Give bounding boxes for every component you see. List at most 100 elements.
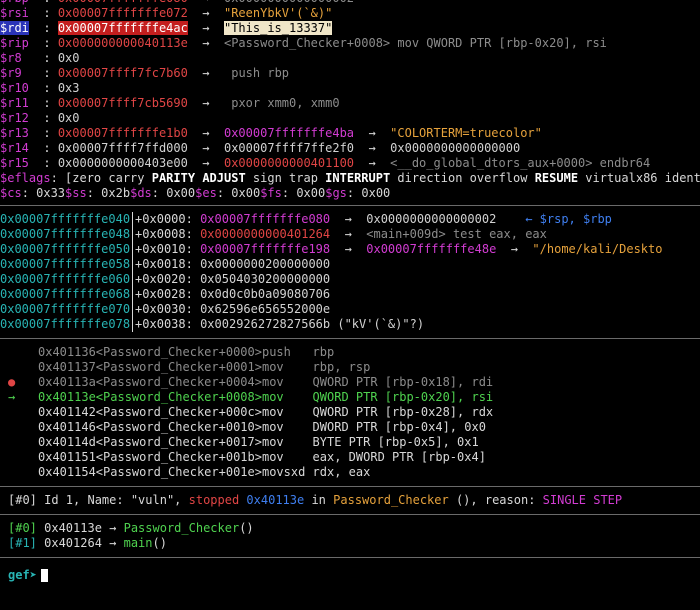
code-instruction: mov rbp, rsp xyxy=(261,360,371,374)
segment-value: : 0x00 xyxy=(151,186,196,200)
code-instruction: mov BYTE PTR [rbp-0x5], 0x1 xyxy=(261,435,479,449)
register-deref: pxor xmm0, xmm0 xyxy=(231,96,340,110)
thread-index: [#0] xyxy=(8,493,37,507)
register-sep: : xyxy=(28,111,58,125)
code-symbol: <Password_Checker+0010> xyxy=(95,420,262,434)
code-symbol: <Password_Checker+0008> xyxy=(95,390,262,404)
stack-value: 0x0d0c0b0a09080706 xyxy=(200,287,331,301)
stack-divider xyxy=(132,287,134,302)
code-marker xyxy=(0,360,38,375)
code-row: 0x401151<Password_Checker+001b>mov eax, … xyxy=(0,450,700,465)
code-marker xyxy=(0,435,38,450)
stack-address: 0x00007fffffffe078 xyxy=(0,317,131,331)
stack-row: 0x00007fffffffe060 +0x0020: 0x05040302000… xyxy=(0,272,700,287)
register-row: $rdi : 0x00007fffffffe4ac → "This_is_133… xyxy=(0,21,700,36)
gdb-prompt: gef➤ xyxy=(8,568,37,582)
arrow: → xyxy=(187,36,224,50)
arrow: → xyxy=(354,156,391,170)
register-sep: : xyxy=(28,21,58,35)
code-address: 0x401137 xyxy=(38,360,96,374)
register-row: $r12 : 0x0 xyxy=(0,111,700,126)
register-name: $r11 xyxy=(0,96,29,110)
register-name: $rsi xyxy=(0,6,29,20)
register-name: $r12 xyxy=(0,111,29,125)
register-value: 0x00007fffffffe1b0 xyxy=(57,126,188,140)
segment-value: : 0x00 xyxy=(216,186,261,200)
eflag-resume: RESUME xyxy=(534,171,579,185)
arrow: → xyxy=(187,96,232,110)
code-row: 0x401146<Password_Checker+0010>mov DWORD… xyxy=(0,420,700,435)
code-instruction: mov eax, DWORD PTR [rbp-0x4] xyxy=(261,450,486,464)
trace-address: 0x40113e → xyxy=(36,521,124,535)
register-sep: : xyxy=(21,66,58,80)
register-name: $rbp xyxy=(0,0,29,5)
code-instruction: push rbp xyxy=(261,345,335,359)
stack-offset: +0x0018: xyxy=(135,257,201,271)
terminal-cursor[interactable] xyxy=(40,569,48,582)
stack-address: 0x00007fffffffe068 xyxy=(0,287,131,301)
register-row: $r10 : 0x3 xyxy=(0,81,700,96)
stack-divider xyxy=(132,242,134,257)
eflags-text: : [zero carry xyxy=(50,171,152,185)
register-deref: <__do_global_dtors_aux+0000> endbr64 xyxy=(390,156,651,170)
register-value: 0x00007ffff7ffd000 xyxy=(57,141,188,155)
code-address: 0x40114d xyxy=(38,435,96,449)
thread-info: Id 1, Name: "vuln", xyxy=(36,493,189,507)
stack-address: 0x00007fffffffe050 xyxy=(0,242,131,256)
register-row: $r9 : 0x00007ffff7fc7b60 → push rbp xyxy=(0,66,700,81)
stack-deref: 0x00007fffffffe48e xyxy=(366,242,497,256)
eflags-text: sign trap xyxy=(245,171,326,185)
code-address: 0x40113a xyxy=(38,375,96,389)
register-sep: : xyxy=(21,51,58,65)
stack-address: 0x00007fffffffe058 xyxy=(0,257,131,271)
arrow: → xyxy=(330,212,367,226)
stack-deref: "/home/kali/Deskto xyxy=(532,242,663,256)
arrow: → xyxy=(187,66,232,80)
register-name: $r15 xyxy=(0,156,29,170)
eflags-text: direction overflow xyxy=(390,171,535,185)
code-symbol: <Password_Checker+0000> xyxy=(95,345,262,359)
register-name: $rdi xyxy=(0,21,29,35)
trace-index: [#1] xyxy=(8,536,37,550)
segment-name: $gs xyxy=(325,186,347,200)
stack-value: 0x002926272827566b ("kV'(`&)"?) xyxy=(200,317,425,331)
stack-offset: +0x0028: xyxy=(135,287,201,301)
code-instruction: mov QWORD PTR [rbp-0x28], rdx xyxy=(261,405,494,419)
code-address: 0x401151 xyxy=(38,450,96,464)
code-symbol: <Password_Checker+0017> xyxy=(95,435,262,449)
segment-name: $cs xyxy=(0,186,22,200)
register-value: 0x3 xyxy=(57,81,80,95)
section-divider xyxy=(0,205,700,206)
current-instruction-arrow-icon: → xyxy=(8,390,16,404)
register-deref: 0x00007fffffffe4ba xyxy=(223,126,355,140)
register-name: $rip xyxy=(0,36,29,50)
segment-value: : 0x33 xyxy=(21,186,66,200)
thread-reason: SINGLE STEP xyxy=(542,493,623,507)
code-address: 0x401154 xyxy=(38,465,96,479)
stack-row: 0x00007fffffffe068 +0x0028: 0x0d0c0b0a090… xyxy=(0,287,700,302)
stack-row: 0x00007fffffffe078 +0x0038: 0x00292627282… xyxy=(0,317,700,332)
code-symbol: <Password_Checker+000c> xyxy=(95,405,262,419)
arrow: → xyxy=(330,227,367,241)
arrow: → xyxy=(187,141,224,155)
stack-divider xyxy=(132,257,134,272)
register-value: 0x0 xyxy=(57,51,80,65)
code-symbol: <Password_Checker+001b> xyxy=(95,450,262,464)
eflags-label: $eflags xyxy=(0,171,51,185)
stack-address: 0x00007fffffffe070 xyxy=(0,302,131,316)
code-row: 0x401136<Password_Checker+0000>push rbp xyxy=(0,345,700,360)
register-value: 0x00007fffffffe080 xyxy=(58,0,188,5)
stack-row: 0x00007fffffffe070 +0x0030: 0x62596e65655… xyxy=(0,302,700,317)
gdb-prompt-line[interactable]: gef➤ xyxy=(0,568,700,583)
arrow: → xyxy=(187,6,224,20)
code-instruction: mov DWORD PTR [rbp-0x4], 0x0 xyxy=(261,420,486,434)
code-address: 0x401136 xyxy=(38,345,96,359)
register-row: $r11 : 0x00007ffff7cb5690 → pxor xmm0, x… xyxy=(0,96,700,111)
thread-info: in xyxy=(304,493,334,507)
register-deref: 0x0000000000000002 xyxy=(224,0,354,5)
register-value: 0x0 xyxy=(57,111,80,125)
registers-section: $rbp : 0x00007fffffffe080 → 0x0000000000… xyxy=(0,0,700,201)
code-marker xyxy=(0,345,38,360)
arrow: → xyxy=(188,0,224,5)
stack-address: 0x00007fffffffe048 xyxy=(0,227,131,241)
